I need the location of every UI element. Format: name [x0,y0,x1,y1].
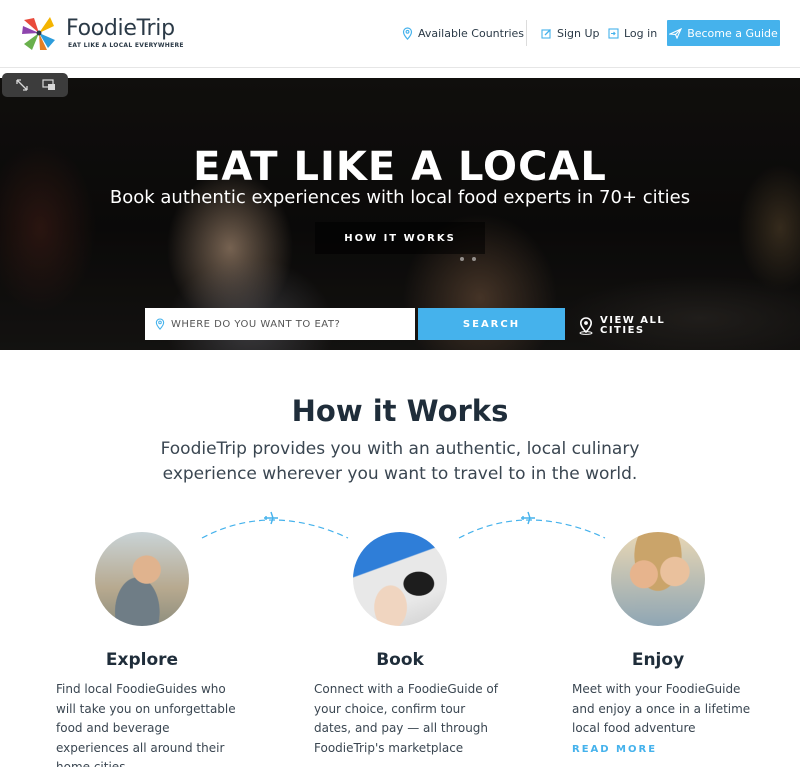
flight-path-right [458,511,606,539]
become-a-guide-label: Become a Guide [687,26,778,40]
read-more-link[interactable]: READ MORE [572,744,657,755]
search-button[interactable]: SEARCH [418,308,565,340]
login-icon [608,27,619,39]
hero-title: EAT LIKE A LOCAL [193,144,607,190]
nav-sign-up[interactable]: Sign Up [541,24,600,42]
video-controls [2,73,68,97]
step-book-title: Book [376,650,424,670]
map-pin-icon [402,26,413,40]
step-explore-text: Find local FoodieGuides who will take yo… [56,682,236,767]
destination-search-input[interactable] [171,318,401,330]
logo-name: FoodieTrip [66,16,175,41]
map-pin-icon [155,318,165,330]
view-all-cities-label: VIEW ALL CITIES [600,315,666,336]
edit-icon [541,28,551,39]
view-all-cities-link[interactable]: VIEW ALL CITIES [578,316,670,336]
slide-dots [460,257,476,261]
how-it-works-subtitle: FoodieTrip provides you with an authenti… [160,439,640,484]
hero-subtitle: Book authentic experiences with local fo… [109,187,691,208]
location-icon [579,317,593,335]
step-explore-title: Explore [105,650,179,670]
logo[interactable]: FoodieTrip EAT LIKE A LOCAL EVERYWHERE [20,14,183,54]
book-photo [353,532,447,626]
picture-in-picture-icon[interactable] [41,79,56,91]
slide-dot[interactable] [460,257,464,261]
site-header: FoodieTrip EAT LIKE A LOCAL EVERYWHERE A… [0,0,800,68]
how-it-works-heading: How it Works [291,394,509,428]
destination-search[interactable] [145,308,415,340]
how-it-works-button[interactable]: HOW IT WORKS [315,222,485,254]
enjoy-photo [611,532,705,626]
flight-path-left [201,511,349,539]
nav-sign-up-label: Sign Up [557,26,600,40]
step-enjoy-text: Meet with your FoodieGuide and enjoy a o… [572,682,751,735]
nav-log-in[interactable]: Log in [608,24,657,42]
hero-banner: EAT LIKE A LOCAL Book authentic experien… [0,78,800,350]
logo-pinwheel-icon [22,17,55,50]
become-a-guide-button[interactable]: Become a Guide [667,20,780,46]
slide-dot[interactable] [472,257,476,261]
step-book-text: Connect with a FoodieGuide of your choic… [314,682,498,755]
nav-available-countries[interactable]: Available Countries [402,24,524,42]
nav-divider [526,20,527,46]
nav-log-in-label: Log in [624,26,658,40]
plane-icon [669,27,683,39]
expand-icon[interactable] [15,78,29,92]
logo-tagline: EAT LIKE A LOCAL EVERYWHERE [68,42,184,49]
nav-available-countries-label: Available Countries [418,26,525,40]
explore-photo [95,532,189,626]
step-enjoy-title: Enjoy [631,650,685,670]
